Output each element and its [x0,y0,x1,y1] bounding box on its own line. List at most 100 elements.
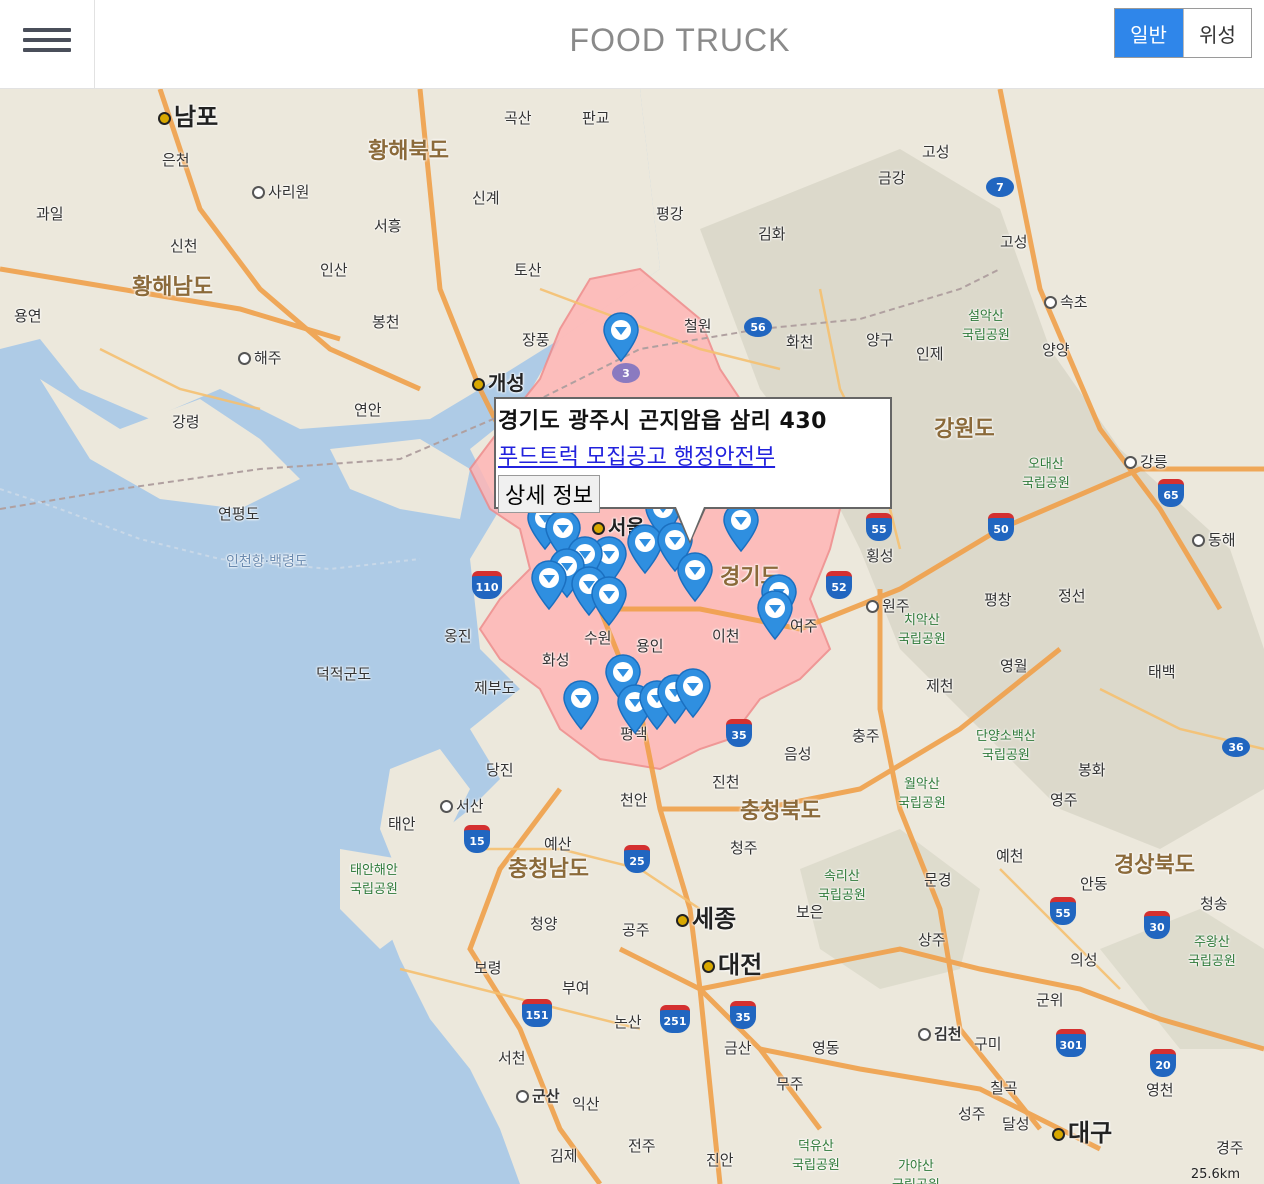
label-gumi: 구미 [974,1035,1002,1053]
route-shield: 7 [986,177,1014,197]
label-juwangsan: 주왕산 국립공원 [1188,935,1236,969]
food-truck-marker[interactable] [530,559,568,611]
label-sokcho: 속초 [1044,291,1088,312]
label-jeongseon: 정선 [1058,587,1086,605]
label-gaeseong: 개성 [472,367,525,396]
label-seongju: 성주 [958,1105,986,1123]
route-shield: 3 [612,363,640,383]
label-yeongju: 영주 [1050,791,1078,809]
label-yongyeon: 용연 [14,307,42,325]
label-cheorwon: 철원 [684,317,712,335]
route-shield: 55 [1050,897,1076,925]
label-bongcheon: 봉천 [372,313,400,331]
route-shield: 251 [660,1005,690,1033]
label-seosan: 서산 [440,795,484,816]
food-truck-marker[interactable] [676,551,714,603]
food-truck-marker[interactable] [674,667,712,719]
label-seoheung: 서흥 [374,217,402,235]
app-header: FOOD TRUCK 일반 위성 [0,0,1264,89]
label-hwanghaenamdo: 황해남도 [132,275,213,300]
label-woraksan: 월악산 국립공원 [898,777,946,811]
route-shield: 36 [1222,737,1250,757]
map-type-normal-button[interactable]: 일반 [1115,9,1183,57]
label-chilgok: 칠곡 [990,1079,1018,1097]
food-truck-marker[interactable] [602,311,640,363]
detail-info-button[interactable]: 상세 정보 [498,475,600,513]
label-jincheon: 진천 [712,773,740,791]
label-jeonju: 전주 [628,1137,656,1155]
label-hwacheon: 화천 [786,333,814,351]
label-geumsan: 금산 [724,1039,752,1057]
label-jangpung: 장풍 [522,331,550,349]
label-taebaek: 태백 [1148,663,1176,681]
route-shield: 52 [826,571,852,599]
route-shield: 35 [730,1001,756,1029]
route-shield: 56 [744,317,772,337]
popup-recruitment-link[interactable]: 푸드트럭 모집공고 행정안전부 [498,439,888,471]
hamburger-menu-icon[interactable] [0,0,95,88]
map-canvas[interactable]: 남포 황해북도 은천 사리원 과일 신천 황해남도 인산 서흥 신계 곡산 판교… [0,89,1264,1184]
label-incheon-sea: 인천항·백령도 [226,554,308,570]
label-singye: 신계 [472,189,500,207]
label-suwon: 수원 [584,629,612,647]
label-yangyang: 양양 [1042,341,1070,359]
label-cheongsong: 청송 [1200,895,1228,913]
label-goseong2: 고성 [1000,233,1028,251]
label-cheongju: 청주 [730,839,758,857]
label-odaesan: 오대산 국립공원 [1022,457,1070,491]
label-geumgang: 금강 [878,169,906,187]
map-type-satellite-button[interactable]: 위성 [1183,9,1251,57]
label-cheonan: 천안 [620,791,648,809]
route-shield: 20 [1150,1049,1176,1077]
food-truck-marker[interactable] [756,589,794,641]
food-truck-marker[interactable] [590,575,628,627]
popup-address: 경기도 광주시 곤지암읍 삼리 430 [498,409,827,434]
route-shield: 35 [726,719,752,747]
map-type-toggle: 일반 위성 [1114,8,1252,58]
label-chungju: 충주 [852,727,880,745]
label-hwaseong: 화성 [542,651,570,669]
label-gimhwa: 김화 [758,225,786,243]
label-gangwondo: 강원도 [934,417,995,442]
route-shield: 50 [988,513,1014,541]
route-shield: 65 [1158,479,1184,507]
label-jebudo: 제부도 [474,679,516,697]
label-pyeonggang: 평강 [656,205,684,223]
label-gyeongsangbukdo: 경상북도 [1114,853,1195,878]
label-gongju: 공주 [622,921,650,939]
label-seocheon: 서천 [498,1049,526,1067]
label-gwail: 과일 [36,205,64,223]
label-chiaksan: 치악산 국립공원 [898,613,946,647]
label-yecheon: 예천 [996,847,1024,865]
label-taeanhaean: 태안해안 국립공원 [350,863,398,897]
label-goseong1: 고성 [922,143,950,161]
label-donghae: 동해 [1192,529,1236,550]
label-yanggu: 양구 [866,331,894,349]
marker-info-popup: 경기도 광주시 곤지암읍 삼리 430 푸드트럭 모집공고 행정안전부 상세 정… [494,397,892,544]
label-gayasan: 가야산국립공원 [892,1159,940,1184]
label-tosan: 토산 [514,261,542,279]
map-scale: 25.6km [1190,1167,1240,1182]
label-deokjeokgundo: 덕적군도 [316,665,372,683]
label-seoraksan: 설악산 국립공원 [962,309,1010,343]
label-yeongcheon: 영천 [1146,1081,1174,1099]
label-taean: 태안 [388,815,416,833]
label-eunchon: 은천 [162,151,190,169]
label-haeju: 해주 [238,347,282,368]
label-uiseong: 의성 [1070,951,1098,969]
route-shield: 151 [522,999,552,1027]
label-hwanghaebukdo: 황해북도 [368,139,449,164]
label-sejong: 세종 [676,899,736,934]
food-truck-marker[interactable] [562,679,600,731]
route-shield: 30 [1144,911,1170,939]
label-yeongdong: 영동 [812,1039,840,1057]
route-shield: 15 [464,825,490,853]
label-yeonpyeongdo: 연평도 [218,505,260,523]
label-chungcheongnamdo: 충청남도 [508,857,589,882]
label-gangneung: 강릉 [1124,451,1168,472]
label-goksan: 곡산 [504,109,532,127]
label-gunwi: 군위 [1036,991,1064,1009]
label-jecheon: 제천 [926,677,954,695]
label-gimje: 김제 [550,1147,578,1165]
label-chungcheongbukdo: 충청북도 [740,799,821,824]
